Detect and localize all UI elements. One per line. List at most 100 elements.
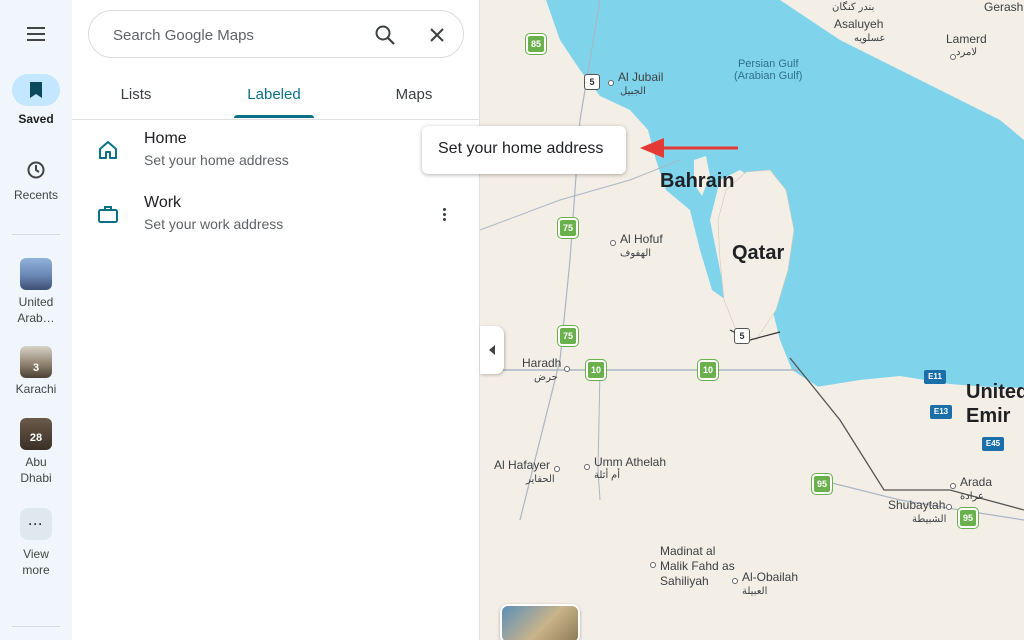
rail-divider — [12, 234, 60, 235]
city-label-ar: الشبيطة — [912, 514, 947, 525]
history-icon — [12, 156, 60, 184]
photo-count-badge: 3 — [32, 362, 40, 374]
photo-count-badge: 28 — [29, 432, 43, 444]
rail-item-label: View more — [22, 547, 50, 577]
city-dot — [584, 464, 590, 470]
more-vert-icon[interactable] — [436, 202, 452, 226]
city-label: Al-Obailah — [742, 570, 799, 584]
city-label-ar: عسلویه — [854, 33, 886, 44]
route-shield: 75 — [558, 326, 578, 346]
city-label: Shubaytah — [888, 498, 946, 512]
place-thumbnail: 3 — [20, 346, 52, 378]
close-icon[interactable] — [425, 23, 449, 47]
map-graphic — [480, 0, 1024, 640]
city-dot — [950, 54, 956, 60]
rail-item-saved[interactable]: Saved — [0, 74, 72, 126]
city-dot — [950, 483, 956, 489]
rail-item-recents[interactable]: Recents — [0, 156, 72, 202]
menu-button[interactable] — [24, 24, 48, 44]
city-label: Madinat al Malik Fahd as Sahiliyah — [660, 544, 735, 588]
tooltip-text: Set your home address — [438, 140, 604, 157]
menu-icon-line — [27, 33, 45, 35]
rail-item-label: United Arab… — [17, 295, 55, 325]
rail-divider — [12, 626, 60, 627]
map-canvas[interactable]: Persian Gulf (Arabian Gulf) Bahrain Qata… — [480, 0, 1024, 640]
rail-item-label: Saved — [18, 112, 54, 126]
route-shield: 95 — [812, 474, 832, 494]
city-label-ar: حرض — [534, 372, 558, 383]
city-label: Lamerd — [946, 32, 987, 46]
city-dot — [650, 562, 656, 568]
city-label-ar: بندر کنگان — [832, 2, 875, 13]
bookmark-icon — [12, 74, 60, 106]
route-shield: 5 — [734, 328, 750, 344]
recent-place-karachi[interactable]: 3 Karachi — [0, 346, 72, 396]
city-label: Al Hofuf — [620, 232, 663, 246]
route-shield: E13 — [930, 405, 952, 419]
recent-place-united-arab[interactable]: United Arab… — [0, 258, 72, 326]
search-box — [88, 10, 464, 58]
route-shield: 5 — [584, 74, 600, 90]
tab-label: Lists — [120, 86, 152, 103]
saved-panel: Lists Labeled Maps Home Set your home ad… — [72, 0, 480, 640]
city-dot — [610, 240, 616, 246]
tab-label: Maps — [395, 86, 433, 103]
route-shield: 75 — [558, 218, 578, 238]
city-dot — [554, 466, 560, 472]
city-label: Umm Athelah — [594, 455, 667, 469]
city-label: Al Hafayer — [494, 458, 551, 472]
city-label-ar: الحفاير — [526, 474, 555, 485]
menu-icon-line — [27, 39, 45, 41]
city-label: Arada — [960, 475, 993, 489]
country-label-bahrain: Bahrain — [660, 170, 735, 192]
active-tab-indicator — [234, 115, 314, 118]
more-horiz-icon: ··· — [20, 508, 52, 540]
view-more-button[interactable]: ··· View more — [0, 508, 72, 578]
city-label-ar: الجبيل — [620, 86, 646, 97]
tab-label: Labeled — [247, 86, 301, 103]
navigation-rail: Saved Recents United Arab… 3 Karachi 28 … — [0, 0, 72, 640]
tab-labeled[interactable]: Labeled — [228, 76, 320, 120]
city-label-ar: لامرد — [956, 47, 978, 58]
city-label-ar: عرادة — [960, 491, 984, 502]
city-dot — [564, 366, 570, 372]
route-shield: 10 — [698, 360, 718, 380]
city-label-ar: الهفوف — [620, 248, 652, 259]
route-shield: E45 — [982, 437, 1004, 451]
route-shield: 85 — [526, 34, 546, 54]
search-input[interactable] — [113, 23, 353, 47]
place-subtitle: Set your home address — [144, 152, 289, 168]
country-label-qatar: Qatar — [732, 242, 785, 264]
route-shield: 10 — [586, 360, 606, 380]
tab-bar: Lists Labeled Maps — [72, 76, 480, 120]
chevron-left-icon — [489, 345, 495, 355]
city-label: Haradh — [522, 356, 562, 370]
place-row-home[interactable]: Home Set your home address — [72, 120, 480, 180]
place-title: Home — [144, 130, 187, 147]
city-dot — [608, 80, 614, 86]
route-shield: 95 — [958, 508, 978, 528]
route-shield: E11 — [924, 370, 946, 384]
search-icon[interactable] — [373, 23, 397, 47]
place-row-work[interactable]: Work Set your work address — [72, 184, 480, 244]
city-dot — [946, 504, 952, 510]
tab-maps[interactable]: Maps — [368, 76, 460, 120]
city-label: Al Jubail — [618, 70, 664, 84]
recent-place-abu-dhabi[interactable]: 28 Abu Dhabi — [0, 418, 72, 486]
collapse-panel-button[interactable] — [480, 326, 504, 374]
menu-icon-line — [27, 27, 45, 29]
place-thumbnail: 28 — [20, 418, 52, 450]
rail-item-label: Recents — [13, 188, 59, 202]
city-label-ar: العبيلة — [742, 586, 768, 597]
city-dot — [732, 578, 738, 584]
place-subtitle: Set your work address — [144, 216, 284, 232]
layers-button[interactable] — [500, 604, 580, 640]
tab-lists[interactable]: Lists — [88, 76, 184, 120]
city-label-ar: أم أثلة — [594, 470, 620, 481]
sea-label: Persian Gulf (Arabian Gulf) — [734, 58, 803, 82]
rail-item-label: Karachi — [15, 382, 57, 396]
tooltip: Set your home address — [422, 126, 626, 174]
country-label-uae: United Emir — [966, 381, 1024, 427]
place-title: Work — [144, 194, 182, 211]
briefcase-icon — [96, 202, 120, 226]
